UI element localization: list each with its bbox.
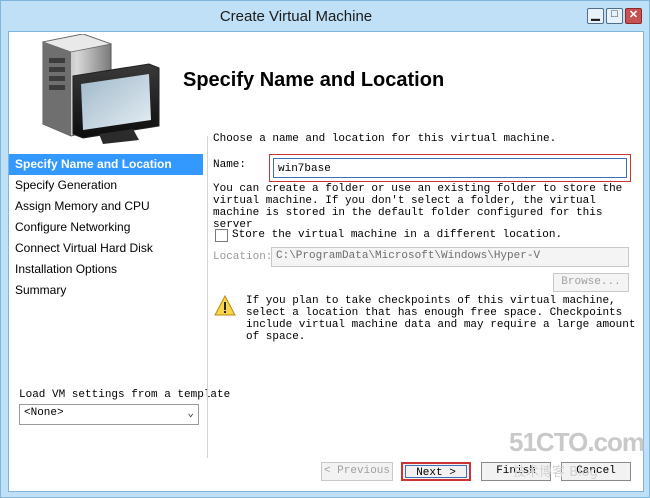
previous-button[interactable]: < Previous [321, 462, 393, 481]
close-icon: ✕ [628, 9, 639, 21]
wizard-steps: Specify Name and Location Specify Genera… [9, 154, 203, 301]
name-input[interactable]: win7base [273, 158, 627, 178]
minimize-icon: ▁ [591, 9, 600, 21]
checkpoint-warning: If you plan to take checkpoints of this … [246, 295, 636, 343]
step-configure-networking[interactable]: Configure Networking [9, 217, 203, 238]
minimize-button[interactable]: ▁ [587, 8, 604, 24]
folder-description: You can create a folder or use an existi… [213, 183, 623, 231]
name-input-highlight: win7base [269, 154, 631, 182]
step-specify-generation[interactable]: Specify Generation [9, 175, 203, 196]
warning-icon [214, 295, 236, 316]
step-assign-memory-cpu[interactable]: Assign Memory and CPU [9, 196, 203, 217]
watermark: 51CTO.com 技术博客 Blog [509, 427, 649, 487]
maximize-button[interactable]: □ [606, 8, 623, 24]
next-button-label: Next > [405, 465, 467, 479]
divider [207, 136, 208, 458]
template-select[interactable]: <None> ⌄ [19, 404, 199, 425]
location-input[interactable]: C:\ProgramData\Microsoft\Windows\Hyper-V [271, 247, 629, 267]
maximize-icon: □ [611, 8, 618, 20]
create-vm-window: Create Virtual Machine ▁ □ ✕ Specify Nam… [0, 0, 650, 498]
store-different-location-checkbox[interactable] [215, 229, 228, 242]
wizard-header: Specify Name and Location [9, 32, 643, 144]
wizard-content: Specify Name and Location Specify Name a… [8, 31, 645, 492]
watermark-sub: 技术博客 Blog [513, 465, 598, 480]
close-button[interactable]: ✕ [625, 8, 642, 24]
name-label: Name: [213, 159, 247, 171]
template-label: Load VM settings from a template [19, 389, 231, 401]
template-select-value: <None> [24, 407, 64, 419]
next-button[interactable]: Next > [401, 462, 471, 481]
watermark-main: 51CTO.com [509, 427, 645, 457]
step-specify-name-location[interactable]: Specify Name and Location [9, 154, 203, 175]
intro-text: Choose a name and location for this virt… [213, 133, 557, 145]
browse-button[interactable]: Browse... [553, 273, 629, 292]
location-label: Location: [213, 251, 273, 263]
store-different-location-label[interactable]: Store the virtual machine in a different… [232, 229, 562, 241]
title-bar[interactable]: Create Virtual Machine ▁ □ ✕ [1, 1, 649, 31]
page-title: Specify Name and Location [183, 69, 445, 91]
step-connect-virtual-hard-disk[interactable]: Connect Virtual Hard Disk [9, 238, 203, 259]
step-summary[interactable]: Summary [9, 280, 203, 301]
server-monitor-icon [41, 34, 160, 144]
window-title: Create Virtual Machine [219, 8, 373, 25]
step-installation-options[interactable]: Installation Options [9, 259, 203, 280]
chevron-down-icon: ⌄ [187, 408, 194, 420]
